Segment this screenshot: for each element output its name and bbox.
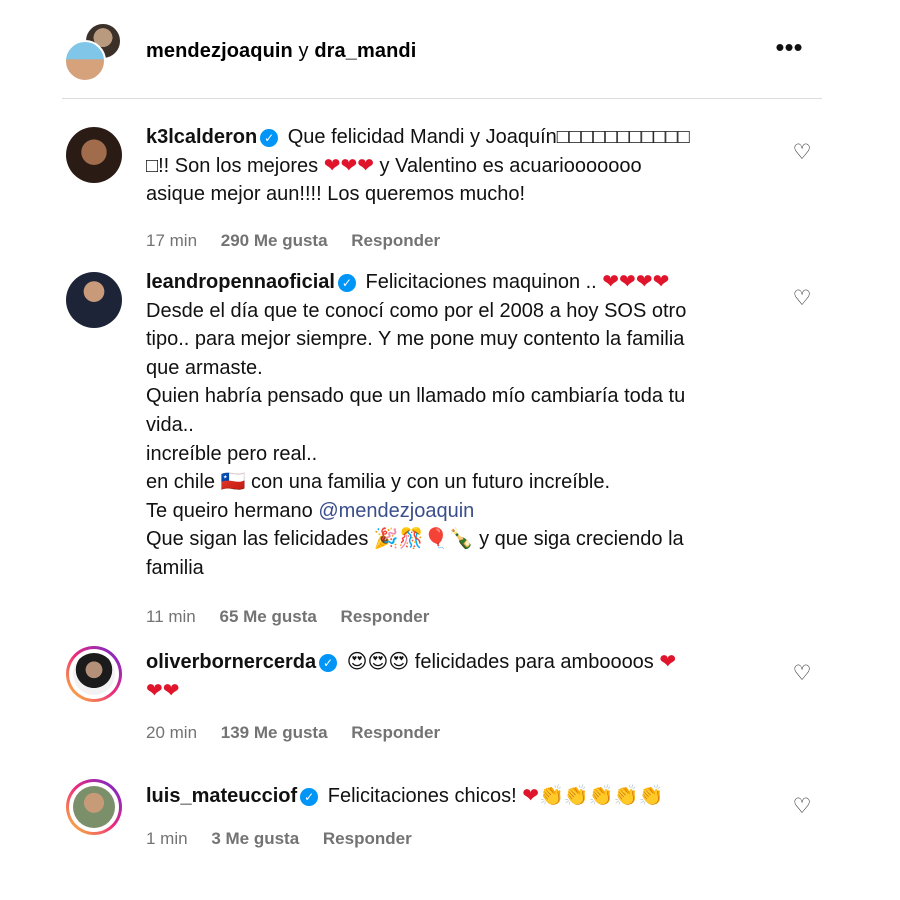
comment-username[interactable]: oliverbornercerda [146,651,316,673]
comment-time[interactable]: 11 min [146,607,196,626]
comment-text-line-1: Que felicidad Mandi y Joaquín□□□□□□□□□□□ [287,126,690,148]
comment-body: k3lcalderon ✓ Que felicidad Mandi y Joaqu… [146,123,746,209]
comment-text-line-2: □!! Son los mejores [146,154,319,177]
comment-likes[interactable]: 3 Me gusta [211,829,299,848]
mention-link[interactable]: @mendezjoaquin [318,500,474,522]
heart-emoji-icon: ❤ [522,785,540,807]
verified-badge-icon: ✓ [319,654,338,672]
heart-outline-icon[interactable]: ♡ [792,663,812,684]
comment-meta: 20 min 139 Me gusta Responder [146,723,459,743]
collab-avatars[interactable] [62,22,122,82]
heart-outline-icon[interactable]: ♡ [792,288,812,309]
comment-line-7: en chile 🇨🇱 con una familia y con un fut… [146,471,611,494]
comment-meta: 11 min 65 Me gusta Responder [146,607,448,627]
heart-outline-icon[interactable]: ♡ [792,796,812,817]
heart-outline-icon[interactable]: ♡ [792,142,812,163]
reply-button[interactable]: Responder [341,607,430,626]
comment-username[interactable]: leandropennaoficial [146,271,335,293]
post-header: mendezjoaquin y dra_mandi ••• [62,22,822,99]
comment-likes[interactable]: 65 Me gusta [220,607,317,626]
comment-line-1: Desde el día que te conocí como por el 2… [146,299,687,322]
heart-emoji-icon: ❤❤❤ [323,154,374,177]
heart-emoji-icon: ❤❤ [146,679,180,702]
comment-body: oliverbornercerda ✓ 😍😍😍 felicidades para … [146,648,746,705]
avatar-mendezjoaquin[interactable] [64,40,106,82]
comment-line-10: familia [146,556,204,579]
header-username-2[interactable]: dra_mandi [314,40,416,62]
comment-username[interactable]: k3lcalderon [146,126,257,148]
header-separator: y [298,40,309,62]
avatar[interactable] [66,127,122,183]
verified-badge-icon: ✓ [300,788,319,806]
header-username-1[interactable]: mendezjoaquin [146,40,293,62]
comment-text: felicidades para amboooos [414,651,654,673]
comment-likes[interactable]: 290 Me gusta [221,231,328,250]
comment-username[interactable]: luis_mateucciof [146,785,297,807]
comment-text-line-3: y Valentino es acuariooooooo [374,154,642,177]
comment-line-9: Que sigan las felicidades [146,528,369,551]
heart-emoji-icon: ❤❤❤❤ [602,271,670,293]
comment-line-3: que armaste. [146,356,263,379]
comment-time[interactable]: 1 min [146,829,188,848]
comment-time[interactable]: 17 min [146,231,197,250]
comment-line-4: Quien habría pensado que un llamado mío … [146,385,686,408]
reply-button[interactable]: Responder [323,829,412,848]
heart-emoji-icon: ❤ [659,651,677,673]
party-emoji-icon: 🎉🎊🎈🍾 [373,528,474,551]
more-horizontal-icon[interactable]: ••• [773,34,805,61]
verified-badge-icon: ✓ [260,129,279,147]
comment-line-2: tipo.. para mejor siempre. Y me pone muy… [146,328,685,351]
avatar-with-story-ring[interactable] [66,779,122,835]
avatar-with-story-ring[interactable] [66,646,122,702]
comment-line-9-end: y que siga creciendo la [479,528,684,551]
reply-button[interactable]: Responder [351,723,440,742]
heart-eyes-emoji-icon: 😍😍😍 [346,651,410,673]
comment-meta: 1 min 3 Me gusta Responder [146,829,431,849]
verified-badge-icon: ✓ [337,274,356,292]
comment-text-line-4: asique mejor aun!!!! Los queremos mucho! [146,183,526,206]
comment-body: leandropennaoficial ✓ Felicitaciones maqu… [146,268,746,583]
comment-body: luis_mateucciof ✓ Felicitaciones chicos! … [146,782,746,811]
avatar[interactable] [66,272,122,328]
clap-emoji-icon: 👏👏👏👏👏 [539,785,664,807]
collab-title: mendezjoaquin y dra_mandi [146,40,416,63]
comment-line-6: increíble pero real.. [146,442,318,465]
comment-likes[interactable]: 139 Me gusta [221,723,328,742]
comment-meta: 17 min 290 Me gusta Responder [146,231,459,251]
comment-line-8: Te queiro hermano [146,499,313,522]
comment-text-first: Felicitaciones maquinon .. [365,271,597,293]
comment-line-5: vida.. [146,413,194,436]
comment-time[interactable]: 20 min [146,723,197,742]
reply-button[interactable]: Responder [351,231,440,250]
comment-text: Felicitaciones chicos! [327,785,517,807]
